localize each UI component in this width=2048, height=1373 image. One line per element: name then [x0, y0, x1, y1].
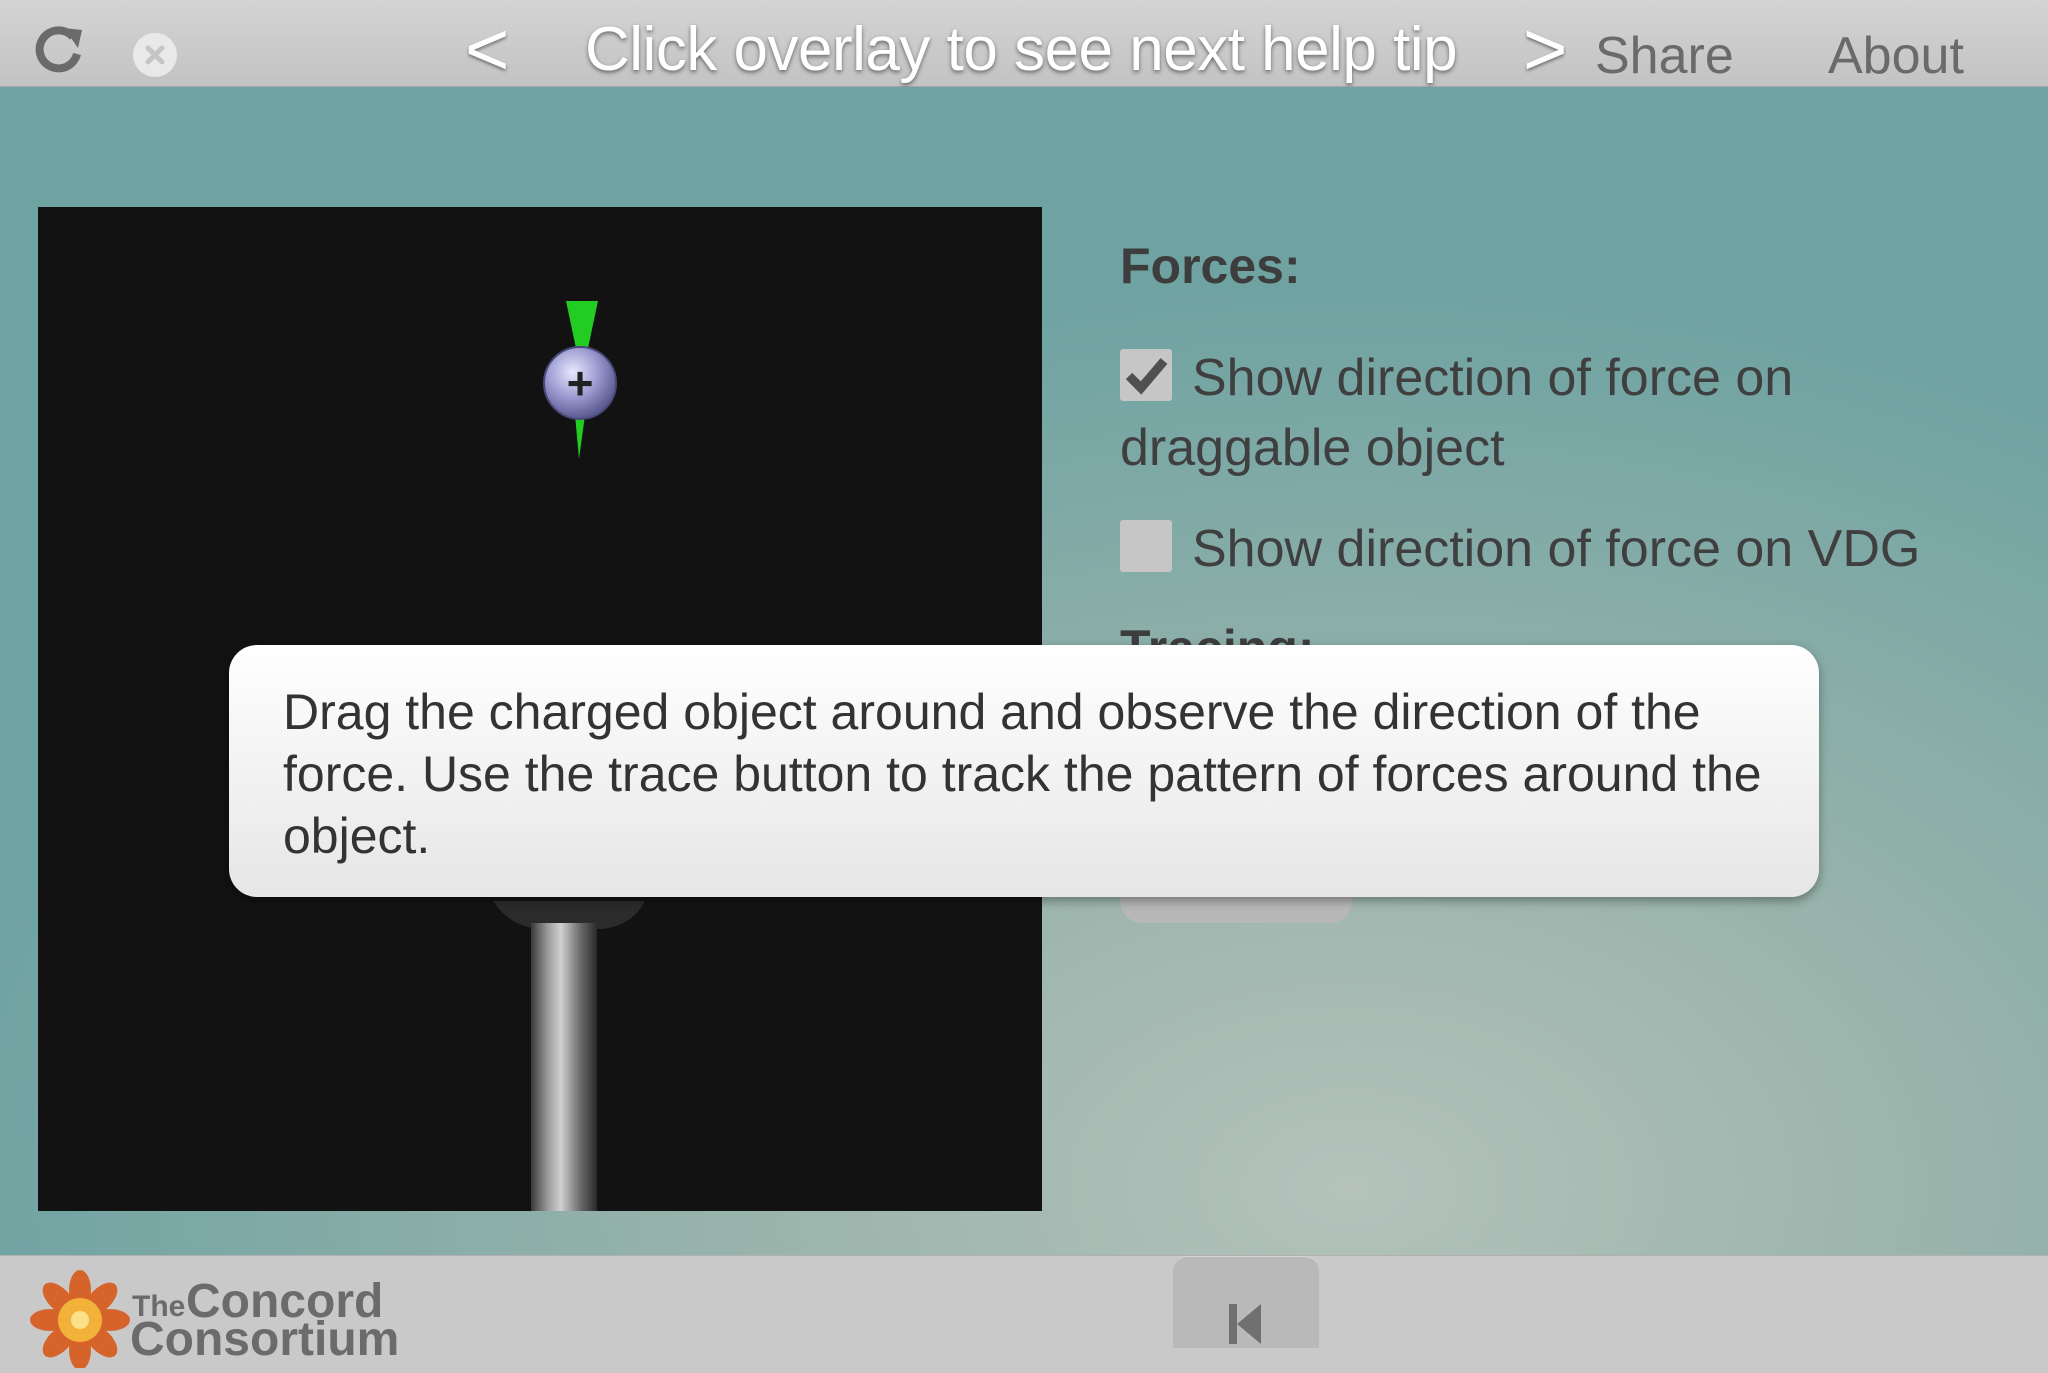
- vdg-pole: [531, 923, 597, 1211]
- reload-icon[interactable]: [34, 24, 84, 74]
- next-tip-button[interactable]: >: [1523, 12, 1567, 88]
- logo-text-consortium: Consortium: [130, 1313, 400, 1366]
- checkbox-force-vdg[interactable]: [1120, 520, 1172, 572]
- option-force-draggable[interactable]: Show direction of force on draggable obj…: [1120, 343, 1990, 483]
- checkbox-force-draggable[interactable]: [1120, 349, 1172, 401]
- main-area: + Forces: Show direction of force on dra…: [0, 87, 2048, 1255]
- charged-object[interactable]: +: [543, 346, 617, 420]
- checkmark-icon: [1125, 358, 1168, 395]
- force-arrow-up: [566, 301, 598, 353]
- skip-to-start-icon: [1229, 1304, 1261, 1344]
- previous-tip-button[interactable]: <: [465, 12, 509, 88]
- charge-symbol: +: [567, 357, 594, 409]
- force-arrow-down: [575, 415, 585, 459]
- top-bar: < Click overlay to see next help tip > S…: [0, 0, 2048, 88]
- help-tip-title[interactable]: Click overlay to see next help tip: [585, 12, 1458, 88]
- about-link[interactable]: About: [1828, 26, 1964, 86]
- concord-logo-icon[interactable]: [30, 1268, 130, 1370]
- option-force-draggable-label: Show direction of force on draggable obj…: [1120, 349, 1794, 477]
- option-force-vdg-label: Show direction of force on VDG: [1192, 520, 1921, 578]
- help-tip-text: Drag the charged object around and obser…: [283, 684, 1762, 864]
- close-circle-icon[interactable]: [133, 33, 177, 77]
- share-link[interactable]: Share: [1595, 26, 1734, 86]
- help-tip-overlay[interactable]: Drag the charged object around and obser…: [229, 645, 1819, 897]
- forces-heading: Forces:: [1120, 238, 1301, 294]
- reset-button[interactable]: [1173, 1256, 1319, 1348]
- option-force-vdg[interactable]: Show direction of force on VDG: [1120, 514, 1990, 584]
- bottom-bar: The Concord Consortium: [0, 1255, 2048, 1370]
